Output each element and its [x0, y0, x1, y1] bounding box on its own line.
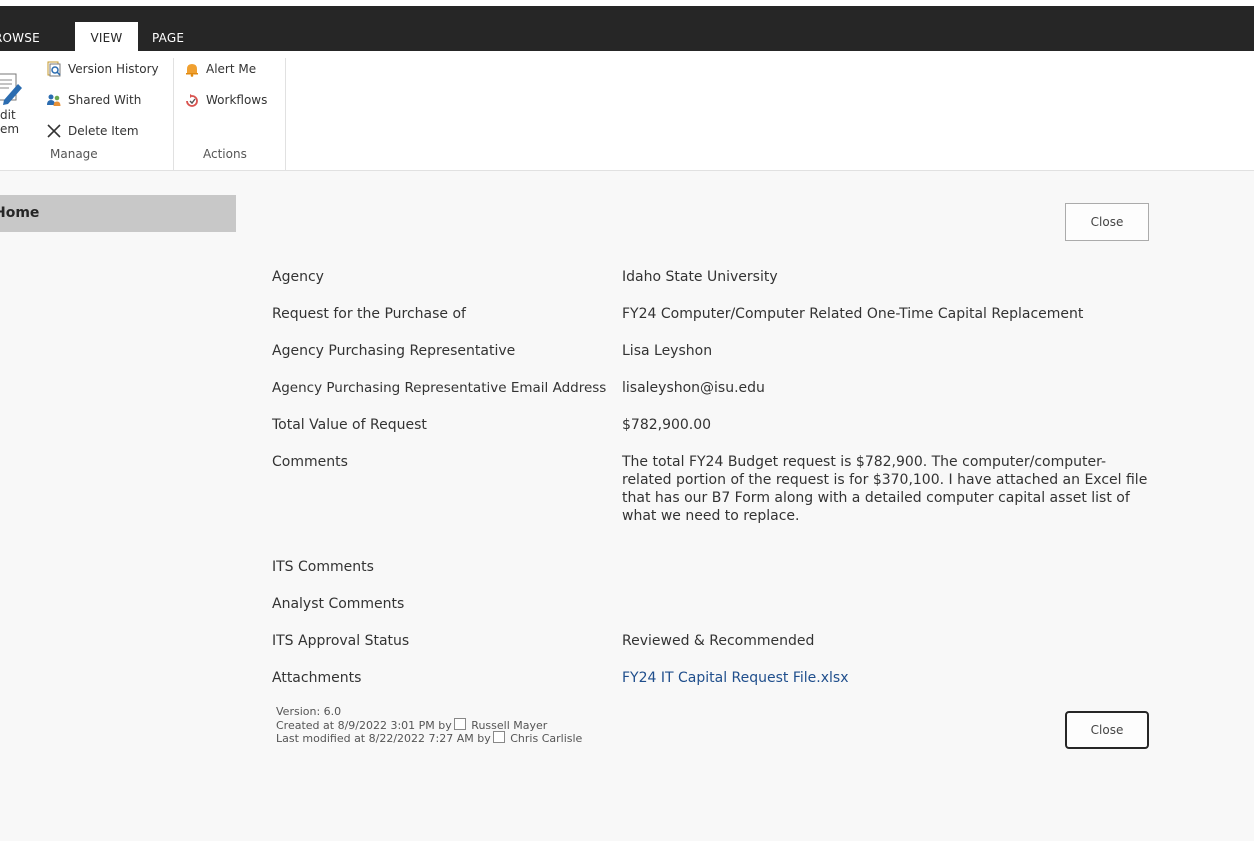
close-button-bottom[interactable]: Close	[1065, 711, 1149, 749]
edit-item-label-1: dit	[0, 108, 16, 122]
field-label: Attachments	[272, 670, 362, 686]
version-info: Version: 6.0 Created at 8/9/2022 3:01 PM…	[276, 705, 582, 745]
delete-x-icon	[47, 124, 61, 138]
version-label: Version: 6.0	[276, 705, 342, 718]
manage-group-label: Manage	[50, 147, 98, 161]
field-label: Comments	[272, 454, 348, 470]
version-history-label: Version History	[68, 62, 159, 76]
field-label: Analyst Comments	[272, 596, 405, 612]
field-value: Reviewed & Recommended	[622, 633, 815, 649]
field-value: Lisa Leyshon	[622, 343, 713, 359]
field-value: Idaho State University	[622, 269, 778, 285]
modified-text: Last modified at 8/22/2022 7:27 AM by	[276, 732, 491, 745]
edit-item-label-2: em	[0, 122, 20, 136]
edit-item-icon	[0, 73, 22, 105]
nav-item-home[interactable]: Home	[0, 195, 236, 232]
version-history-icon	[47, 61, 61, 77]
workflow-icon	[186, 94, 198, 107]
ribbon-separator	[173, 58, 174, 170]
field-label: ITS Approval Status	[272, 633, 410, 649]
modified-by-user[interactable]: Chris Carlisle	[510, 732, 582, 745]
field-value: The total FY24 Budget request is $782,90…	[622, 454, 1148, 524]
field-label: Agency Purchasing Representative	[272, 343, 516, 359]
shared-with-label: Shared With	[68, 93, 142, 107]
field-label: Request for the Purchase of	[272, 306, 466, 322]
ribbon-tab-bar: ROWSE VIEW PAGE	[0, 6, 1254, 57]
ribbon-separator	[285, 58, 286, 170]
field-label: ITS Comments	[272, 559, 374, 575]
modified-info: Last modified at 8/22/2022 7:27 AM by Ch…	[276, 731, 582, 745]
created-info: Created at 8/9/2022 3:01 PM by Russell M…	[276, 718, 582, 732]
presence-checkbox-icon	[453, 718, 466, 730]
field-value: FY24 Computer/Computer Related One-Time …	[622, 306, 1084, 322]
field-value: lisaleyshon@isu.edu	[622, 380, 765, 396]
attachment-link[interactable]: FY24 IT Capital Request File.xlsx	[622, 669, 1154, 687]
workflows-label: Workflows	[206, 93, 268, 107]
close-button-top[interactable]: Close	[1065, 203, 1149, 241]
presence-checkbox-icon	[492, 731, 505, 743]
bell-icon	[186, 64, 198, 77]
field-value: $782,900.00	[622, 417, 712, 433]
actions-group-label: Actions	[203, 147, 247, 161]
field-label: Total Value of Request	[272, 417, 427, 433]
delete-item-label: Delete Item	[68, 124, 139, 138]
edit-item-button[interactable]: dit em	[0, 72, 36, 152]
field-label: Agency	[272, 269, 324, 285]
field-label: Agency Purchasing Representative Email A…	[272, 380, 607, 396]
alert-me-label: Alert Me	[206, 62, 257, 76]
shared-with-icon	[47, 94, 61, 106]
